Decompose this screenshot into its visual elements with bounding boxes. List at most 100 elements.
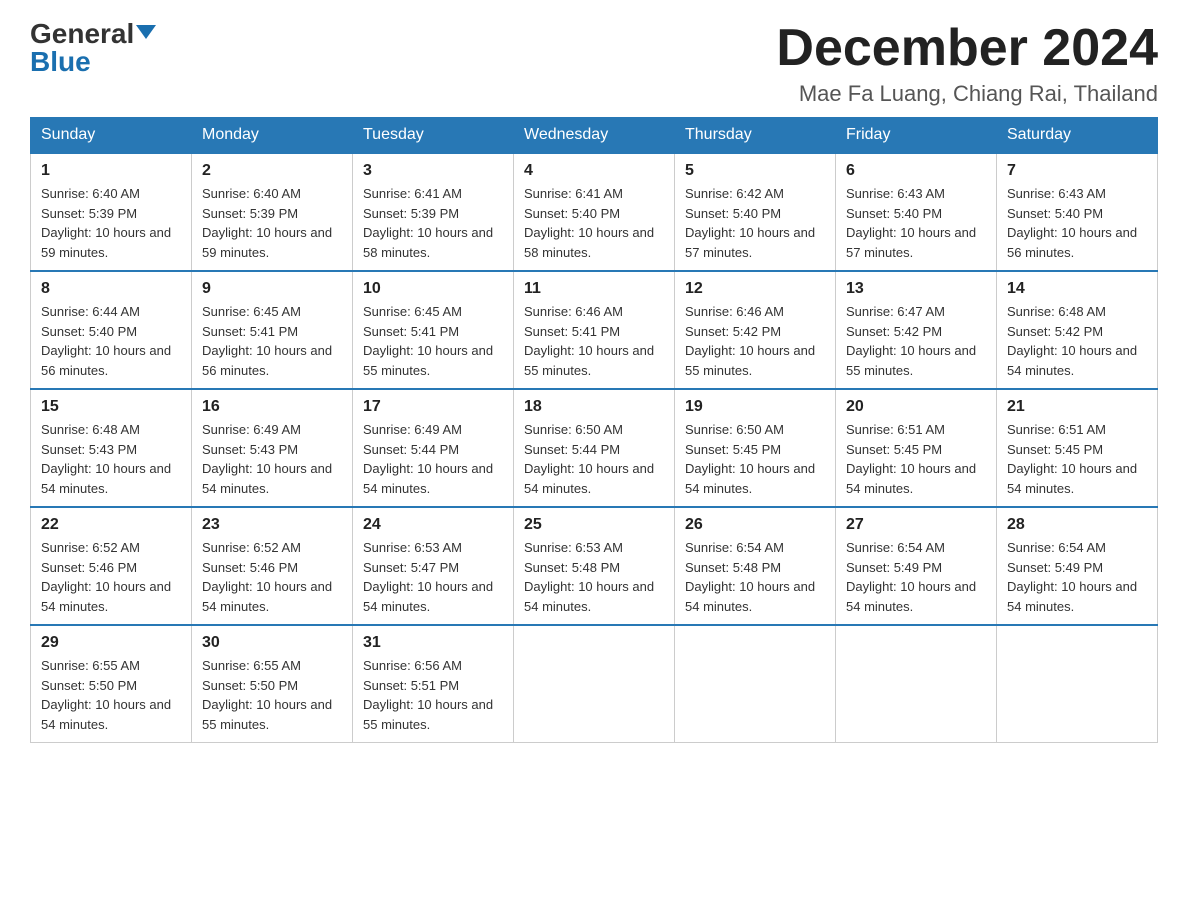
- month-title: December 2024: [776, 20, 1158, 77]
- calendar-cell: 28 Sunrise: 6:54 AMSunset: 5:49 PMDayligh…: [997, 507, 1158, 625]
- day-info: Sunrise: 6:53 AMSunset: 5:48 PMDaylight:…: [524, 538, 664, 616]
- day-info: Sunrise: 6:49 AMSunset: 5:44 PMDaylight:…: [363, 420, 503, 498]
- day-number: 12: [685, 280, 825, 298]
- day-info: Sunrise: 6:55 AMSunset: 5:50 PMDaylight:…: [202, 656, 342, 734]
- calendar-cell: 9 Sunrise: 6:45 AMSunset: 5:41 PMDaylight…: [192, 271, 353, 389]
- day-info: Sunrise: 6:49 AMSunset: 5:43 PMDaylight:…: [202, 420, 342, 498]
- day-info: Sunrise: 6:42 AMSunset: 5:40 PMDaylight:…: [685, 184, 825, 262]
- day-number: 6: [846, 162, 986, 180]
- day-info: Sunrise: 6:48 AMSunset: 5:43 PMDaylight:…: [41, 420, 181, 498]
- column-header-wednesday: Wednesday: [514, 118, 675, 154]
- week-row-2: 8 Sunrise: 6:44 AMSunset: 5:40 PMDaylight…: [31, 271, 1158, 389]
- calendar-cell: 23Sunrise: 6:52 AMSunset: 5:46 PMDayligh…: [192, 507, 353, 625]
- calendar-cell: 19 Sunrise: 6:50 AMSunset: 5:45 PMDayligh…: [675, 389, 836, 507]
- day-number: 11: [524, 280, 664, 298]
- logo-general-text: General: [30, 20, 134, 48]
- day-info: Sunrise: 6:53 AMSunset: 5:47 PMDaylight:…: [363, 538, 503, 616]
- day-info: Sunrise: 6:40 AMSunset: 5:39 PMDaylight:…: [41, 184, 181, 262]
- day-info: Sunrise: 6:43 AMSunset: 5:40 PMDaylight:…: [1007, 184, 1147, 262]
- header: General Blue December 2024 Mae Fa Luang,…: [30, 20, 1158, 107]
- day-info: Sunrise: 6:45 AMSunset: 5:41 PMDaylight:…: [202, 302, 342, 380]
- calendar-cell: 31Sunrise: 6:56 AMSunset: 5:51 PMDayligh…: [353, 625, 514, 743]
- calendar-cell: 16Sunrise: 6:49 AMSunset: 5:43 PMDayligh…: [192, 389, 353, 507]
- day-info: Sunrise: 6:54 AMSunset: 5:48 PMDaylight:…: [685, 538, 825, 616]
- week-row-5: 29 Sunrise: 6:55 AMSunset: 5:50 PMDayligh…: [31, 625, 1158, 743]
- header-row: SundayMondayTuesdayWednesdayThursdayFrid…: [31, 118, 1158, 154]
- calendar-cell: 15 Sunrise: 6:48 AMSunset: 5:43 PMDayligh…: [31, 389, 192, 507]
- title-area: December 2024 Mae Fa Luang, Chiang Rai, …: [776, 20, 1158, 107]
- column-header-friday: Friday: [836, 118, 997, 154]
- calendar-cell: [836, 625, 997, 743]
- calendar-cell: 5 Sunrise: 6:42 AMSunset: 5:40 PMDaylight…: [675, 153, 836, 271]
- day-number: 3: [363, 162, 503, 180]
- calendar-cell: 21 Sunrise: 6:51 AMSunset: 5:45 PMDayligh…: [997, 389, 1158, 507]
- day-info: Sunrise: 6:48 AMSunset: 5:42 PMDaylight:…: [1007, 302, 1147, 380]
- day-info: Sunrise: 6:54 AMSunset: 5:49 PMDaylight:…: [1007, 538, 1147, 616]
- day-info: Sunrise: 6:50 AMSunset: 5:45 PMDaylight:…: [685, 420, 825, 498]
- day-number: 13: [846, 280, 986, 298]
- location-title: Mae Fa Luang, Chiang Rai, Thailand: [776, 81, 1158, 107]
- week-row-1: 1 Sunrise: 6:40 AMSunset: 5:39 PMDaylight…: [31, 153, 1158, 271]
- calendar-cell: 29 Sunrise: 6:55 AMSunset: 5:50 PMDayligh…: [31, 625, 192, 743]
- calendar-cell: 25 Sunrise: 6:53 AMSunset: 5:48 PMDayligh…: [514, 507, 675, 625]
- day-number: 31: [363, 634, 503, 652]
- calendar-cell: 1 Sunrise: 6:40 AMSunset: 5:39 PMDaylight…: [31, 153, 192, 271]
- day-info: Sunrise: 6:40 AMSunset: 5:39 PMDaylight:…: [202, 184, 342, 262]
- day-info: Sunrise: 6:41 AMSunset: 5:39 PMDaylight:…: [363, 184, 503, 262]
- day-number: 15: [41, 398, 181, 416]
- column-header-saturday: Saturday: [997, 118, 1158, 154]
- day-info: Sunrise: 6:54 AMSunset: 5:49 PMDaylight:…: [846, 538, 986, 616]
- day-number: 26: [685, 516, 825, 534]
- day-number: 29: [41, 634, 181, 652]
- day-info: Sunrise: 6:55 AMSunset: 5:50 PMDaylight:…: [41, 656, 181, 734]
- calendar-cell: 12Sunrise: 6:46 AMSunset: 5:42 PMDayligh…: [675, 271, 836, 389]
- day-number: 5: [685, 162, 825, 180]
- logo-triangle-icon: [136, 25, 156, 39]
- calendar-cell: 14 Sunrise: 6:48 AMSunset: 5:42 PMDayligh…: [997, 271, 1158, 389]
- day-number: 28: [1007, 516, 1147, 534]
- day-number: 9: [202, 280, 342, 298]
- day-number: 4: [524, 162, 664, 180]
- calendar-cell: [675, 625, 836, 743]
- calendar-cell: 24Sunrise: 6:53 AMSunset: 5:47 PMDayligh…: [353, 507, 514, 625]
- column-header-monday: Monday: [192, 118, 353, 154]
- calendar-cell: 17 Sunrise: 6:49 AMSunset: 5:44 PMDayligh…: [353, 389, 514, 507]
- calendar-cell: 2 Sunrise: 6:40 AMSunset: 5:39 PMDaylight…: [192, 153, 353, 271]
- day-number: 19: [685, 398, 825, 416]
- week-row-4: 22Sunrise: 6:52 AMSunset: 5:46 PMDayligh…: [31, 507, 1158, 625]
- day-info: Sunrise: 6:51 AMSunset: 5:45 PMDaylight:…: [1007, 420, 1147, 498]
- day-number: 10: [363, 280, 503, 298]
- day-number: 8: [41, 280, 181, 298]
- day-info: Sunrise: 6:52 AMSunset: 5:46 PMDaylight:…: [41, 538, 181, 616]
- day-number: 25: [524, 516, 664, 534]
- day-number: 20: [846, 398, 986, 416]
- day-info: Sunrise: 6:43 AMSunset: 5:40 PMDaylight:…: [846, 184, 986, 262]
- week-row-3: 15 Sunrise: 6:48 AMSunset: 5:43 PMDayligh…: [31, 389, 1158, 507]
- day-info: Sunrise: 6:41 AMSunset: 5:40 PMDaylight:…: [524, 184, 664, 262]
- calendar-cell: 7 Sunrise: 6:43 AMSunset: 5:40 PMDaylight…: [997, 153, 1158, 271]
- day-number: 23: [202, 516, 342, 534]
- calendar-cell: [997, 625, 1158, 743]
- calendar-cell: 26 Sunrise: 6:54 AMSunset: 5:48 PMDayligh…: [675, 507, 836, 625]
- day-number: 17: [363, 398, 503, 416]
- logo-blue-text: Blue: [30, 48, 91, 76]
- day-number: 30: [202, 634, 342, 652]
- day-info: Sunrise: 6:47 AMSunset: 5:42 PMDaylight:…: [846, 302, 986, 380]
- calendar-cell: [514, 625, 675, 743]
- day-info: Sunrise: 6:44 AMSunset: 5:40 PMDaylight:…: [41, 302, 181, 380]
- day-number: 21: [1007, 398, 1147, 416]
- logo: General Blue: [30, 20, 156, 76]
- day-number: 14: [1007, 280, 1147, 298]
- calendar-cell: 6 Sunrise: 6:43 AMSunset: 5:40 PMDaylight…: [836, 153, 997, 271]
- day-number: 1: [41, 162, 181, 180]
- day-number: 2: [202, 162, 342, 180]
- day-number: 27: [846, 516, 986, 534]
- day-info: Sunrise: 6:45 AMSunset: 5:41 PMDaylight:…: [363, 302, 503, 380]
- day-number: 7: [1007, 162, 1147, 180]
- calendar-cell: 8 Sunrise: 6:44 AMSunset: 5:40 PMDaylight…: [31, 271, 192, 389]
- day-number: 18: [524, 398, 664, 416]
- calendar-cell: 4 Sunrise: 6:41 AMSunset: 5:40 PMDaylight…: [514, 153, 675, 271]
- calendar-table: SundayMondayTuesdayWednesdayThursdayFrid…: [30, 117, 1158, 743]
- day-info: Sunrise: 6:51 AMSunset: 5:45 PMDaylight:…: [846, 420, 986, 498]
- calendar-cell: 10 Sunrise: 6:45 AMSunset: 5:41 PMDayligh…: [353, 271, 514, 389]
